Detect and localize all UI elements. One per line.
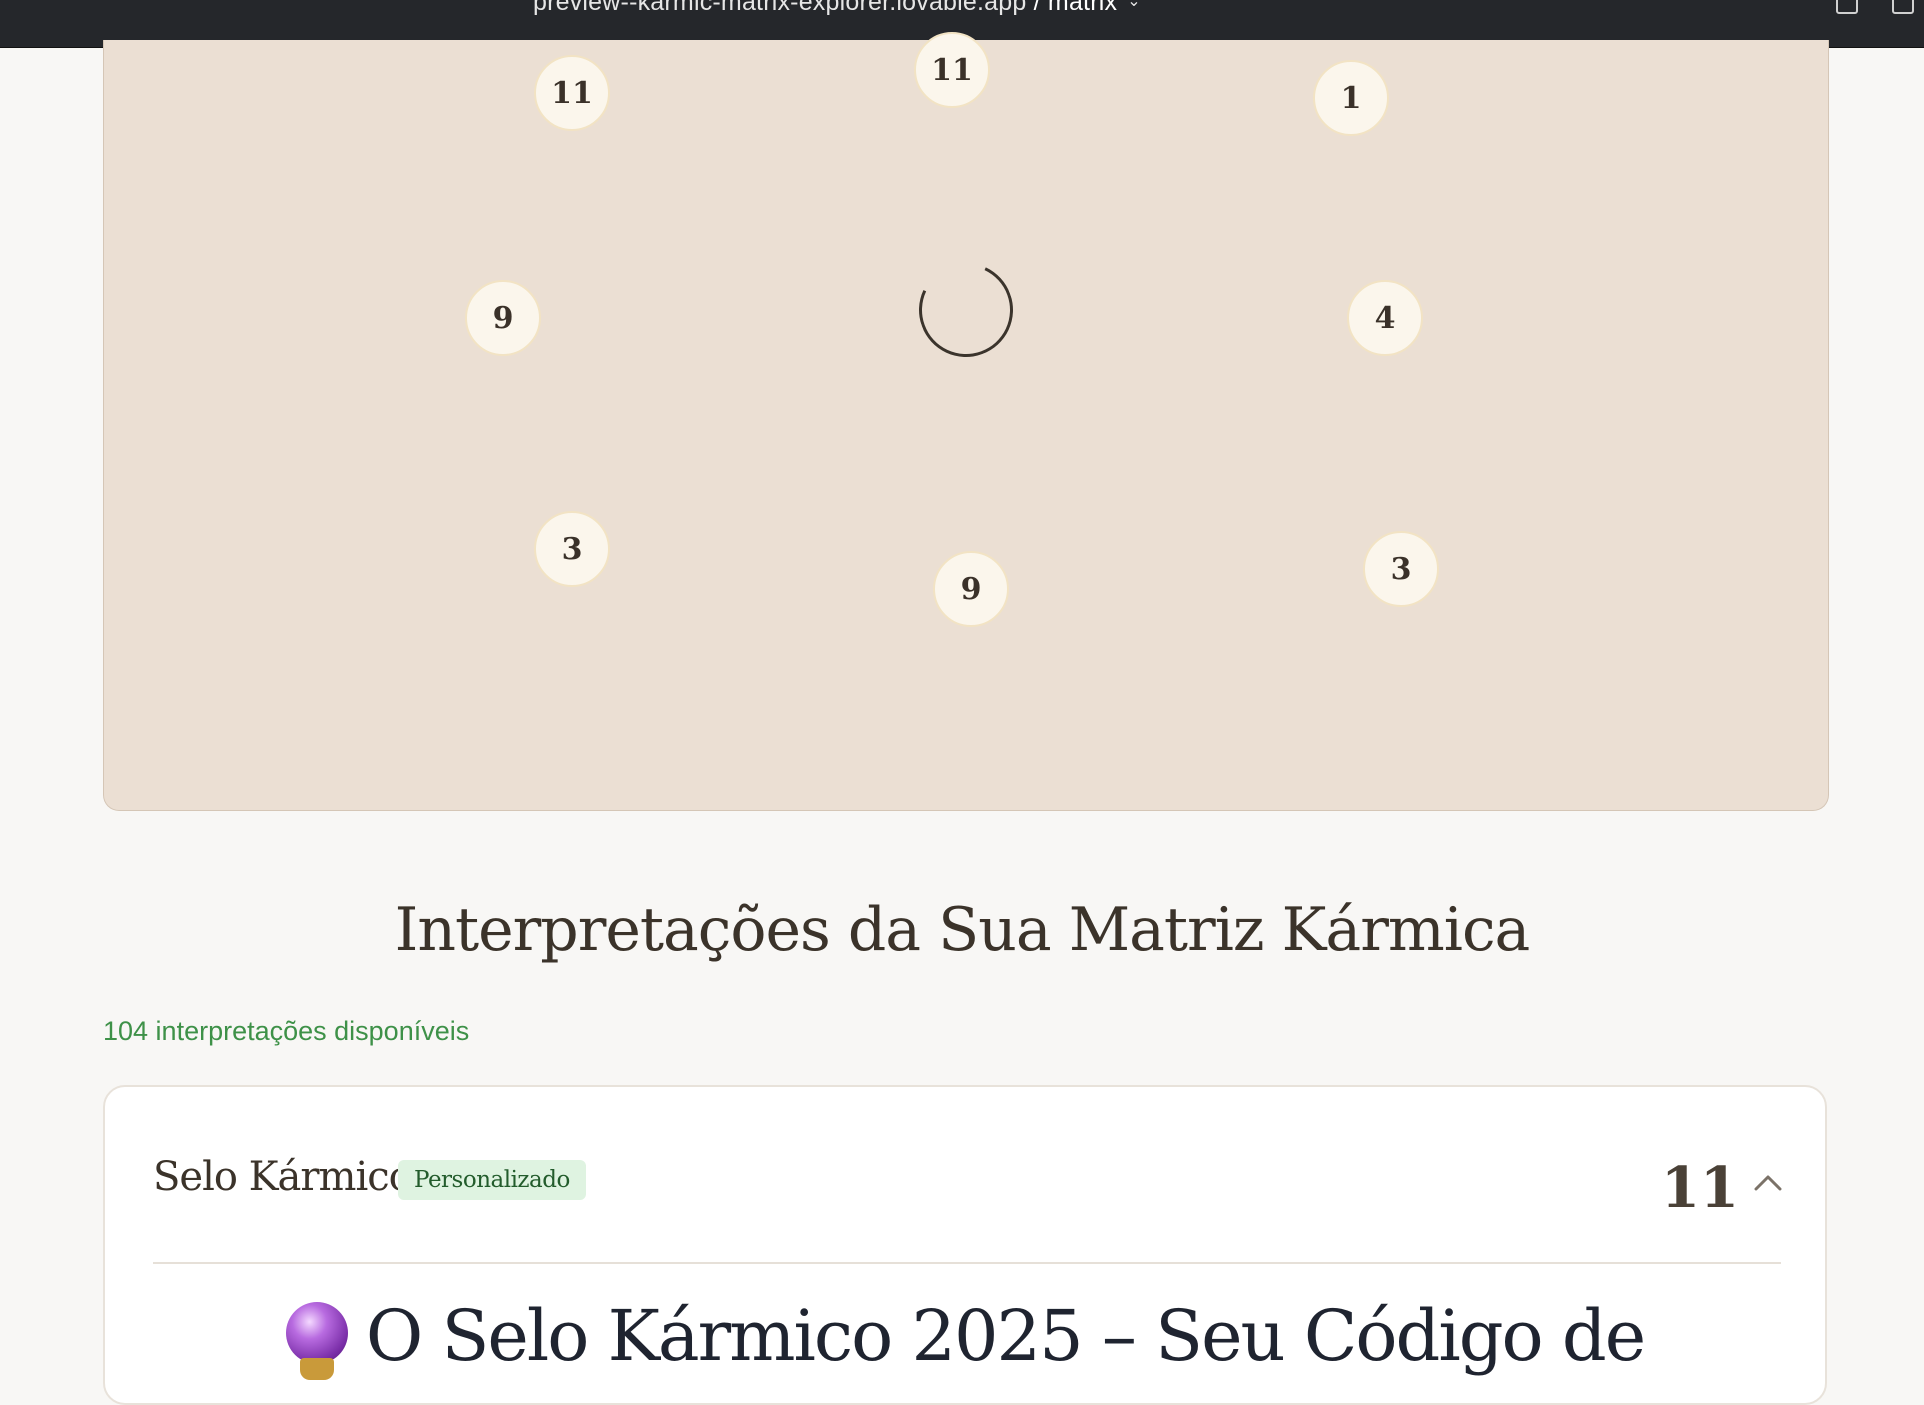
chevron-down-icon[interactable]: ⌄ [1127, 0, 1141, 11]
chevron-up-icon[interactable] [1748, 1163, 1788, 1203]
matrix-node[interactable]: 9 [933, 551, 1009, 627]
interpretations-title: Interpretações da Sua Matriz Kármica [394, 895, 1531, 965]
matrix-node[interactable]: 9 [465, 280, 541, 356]
crystal-ball-icon [285, 1302, 348, 1380]
karmic-matrix-panel: 11 11 1 9 4 3 9 3 [103, 32, 1829, 811]
personalized-badge: Personalizado [398, 1160, 586, 1200]
content-heading: O Selo Kármico 2025 – Seu Código de [105, 1295, 1825, 1380]
matrix-node[interactable]: 4 [1347, 280, 1423, 356]
matrix-node[interactable]: 11 [534, 55, 610, 131]
card-divider [153, 1262, 1781, 1264]
matrix-node[interactable]: 3 [534, 511, 610, 587]
matrix-node[interactable]: 3 [1363, 531, 1439, 607]
matrix-node[interactable]: 1 [1313, 60, 1389, 136]
content-heading-text: O Selo Kármico 2025 – Seu Código de [365, 1295, 1646, 1377]
url-host: preview--karmic-matrix-explorer.lovable.… [533, 0, 1027, 16]
device-icon[interactable] [1892, 0, 1914, 14]
card-title: Selo Kármico [153, 1154, 413, 1200]
address-bar[interactable]: preview--karmic-matrix-explorer.lovable.… [533, 0, 1141, 18]
share-icon[interactable] [1836, 0, 1858, 14]
interpretation-card: Selo Kármico Personalizado 11 O Selo Kár… [103, 1085, 1827, 1405]
card-number: 11 [1661, 1155, 1739, 1221]
matrix-node[interactable]: 11 [914, 32, 990, 108]
url-path: / matrix [1026, 0, 1118, 16]
interpretations-count: 104 interpretações disponíveis [103, 1016, 470, 1046]
